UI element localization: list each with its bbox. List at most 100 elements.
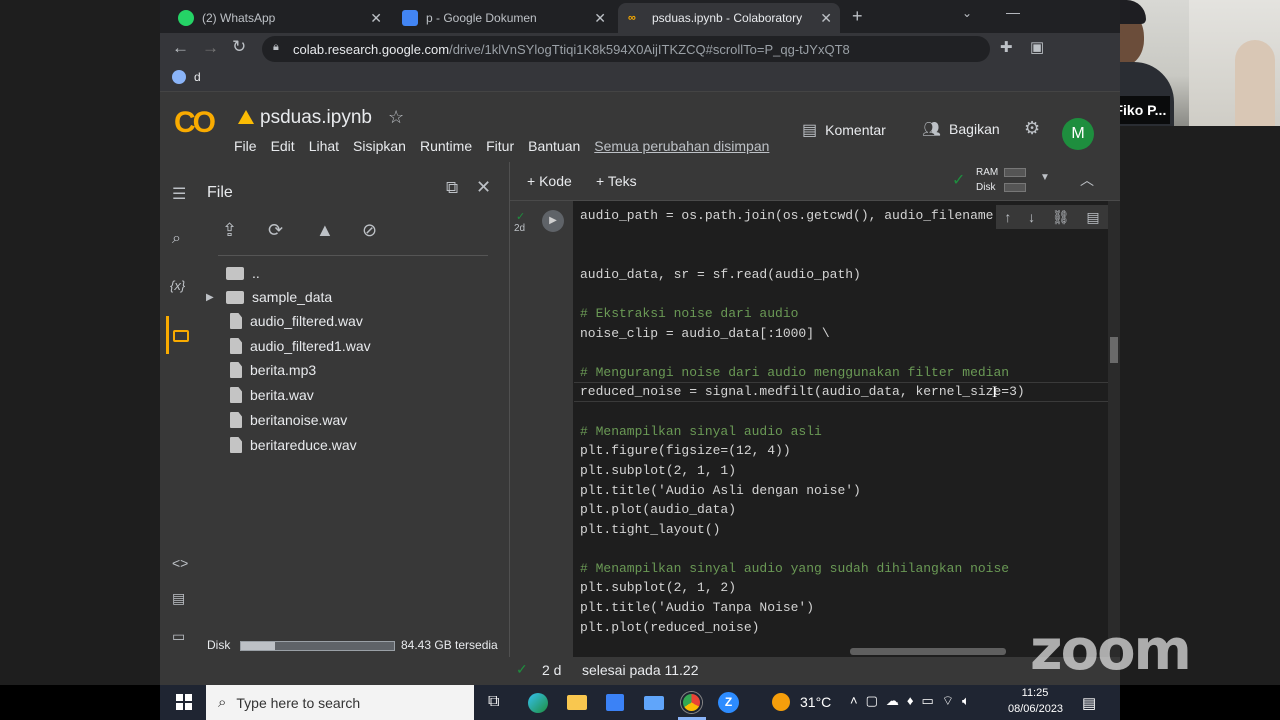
bookmark-favicon-icon bbox=[172, 70, 186, 84]
close-panel-icon[interactable]: ✕ bbox=[476, 177, 491, 198]
code-line: plt.title('Audio Tanpa Noise') bbox=[580, 600, 815, 615]
list-item-file[interactable]: berita.mp3 bbox=[230, 359, 316, 381]
table-of-contents-icon[interactable]: ☰ bbox=[172, 184, 186, 204]
tab-label: (2) WhatsApp bbox=[202, 11, 276, 25]
save-status[interactable]: Semua perubahan disimpan bbox=[594, 138, 769, 154]
mount-drive-icon[interactable]: ▲ bbox=[316, 220, 334, 241]
bookmark-item[interactable]: d bbox=[172, 70, 201, 84]
code-line: plt.subplot(2, 1, 2) bbox=[580, 580, 737, 595]
list-item-file[interactable]: beritanoise.wav bbox=[230, 409, 347, 431]
list-item-file[interactable]: berita.wav bbox=[230, 384, 314, 406]
tab-label: p - Google Dokumen bbox=[426, 11, 537, 25]
tab-colab[interactable]: ∞ psduas.ipynb - Colaboratory ✕ bbox=[618, 3, 840, 33]
notification-center-icon[interactable]: ▤ bbox=[1082, 694, 1096, 712]
list-item-file[interactable]: beritareduce.wav bbox=[230, 434, 357, 456]
menu-help[interactable]: Bantuan bbox=[528, 138, 580, 154]
side-panel-icon[interactable]: ▣ bbox=[1030, 38, 1044, 56]
file-name: berita.wav bbox=[250, 387, 314, 403]
tab-whatsapp[interactable]: (2) WhatsApp ✕ bbox=[168, 3, 390, 33]
clock-date[interactable]: 08/06/2023 bbox=[1008, 703, 1063, 715]
list-item-folder[interactable]: ▶ sample_data bbox=[206, 286, 332, 308]
close-tab-icon[interactable]: ✕ bbox=[370, 10, 382, 27]
close-tab-icon[interactable]: ✕ bbox=[820, 10, 832, 27]
upload-file-icon[interactable]: ⇪ bbox=[222, 220, 237, 241]
temperature[interactable]: 31°C bbox=[800, 694, 831, 710]
link-icon[interactable]: ⛓ bbox=[1052, 209, 1070, 226]
edge-icon[interactable] bbox=[528, 693, 548, 713]
store-icon[interactable] bbox=[606, 694, 624, 711]
extensions-icon[interactable]: ✚ bbox=[1000, 38, 1013, 56]
clock-time[interactable]: 11:25 bbox=[1010, 687, 1060, 699]
status-bar: ✓ 2 d selesai pada 11.22 bbox=[160, 648, 1120, 685]
tab-search-icon[interactable]: ⌄ bbox=[962, 6, 972, 20]
chrome-icon[interactable] bbox=[681, 692, 702, 713]
menu-insert[interactable]: Sisipkan bbox=[353, 138, 406, 154]
folder-icon[interactable] bbox=[173, 330, 189, 342]
forward-icon[interactable]: → bbox=[202, 38, 219, 58]
code-line: plt.figure(figsize=(12, 4)) bbox=[580, 443, 791, 458]
zoom-app-icon[interactable]: Z bbox=[718, 692, 739, 713]
avatar[interactable]: M bbox=[1062, 118, 1094, 150]
menu-runtime[interactable]: Runtime bbox=[420, 138, 472, 154]
open-in-tab-icon[interactable]: ⧉ bbox=[446, 178, 458, 198]
hide-files-icon[interactable]: ⊘ bbox=[362, 220, 377, 241]
add-code-button[interactable]: + Kode bbox=[527, 173, 572, 189]
run-cell-button[interactable]: ▶ bbox=[542, 210, 564, 232]
file-name: audio_filtered1.wav bbox=[250, 338, 371, 354]
vertical-scrollbar[interactable] bbox=[1108, 201, 1120, 657]
code-line: audio_path = os.path.join(os.getcwd(), a… bbox=[580, 208, 994, 223]
address-bar[interactable]: 🔒︎ colab.research.google.com/drive/1klVn… bbox=[262, 36, 990, 62]
horizontal-scrollbar-thumb[interactable] bbox=[850, 648, 1006, 655]
system-tray-icons[interactable]: ˄▢☁♦▭⌔🔈︎ bbox=[850, 693, 978, 709]
taskbar-search-box[interactable]: ⌕ Type here to search bbox=[206, 685, 474, 720]
new-tab-icon[interactable]: + bbox=[852, 6, 863, 27]
windows-start-icon[interactable] bbox=[176, 694, 192, 710]
star-icon[interactable]: ☆ bbox=[388, 107, 404, 128]
refresh-folder-icon[interactable]: ⟳ bbox=[268, 220, 283, 241]
add-text-button[interactable]: + Teks bbox=[596, 173, 637, 189]
comment-cell-icon[interactable]: ▤ bbox=[1086, 209, 1099, 226]
list-item-parent[interactable]: .. bbox=[226, 262, 260, 284]
tab-google-docs[interactable]: p - Google Dokumen ✕ bbox=[392, 3, 614, 33]
share-button[interactable]: 👥︎ Bagikan bbox=[922, 120, 1000, 138]
command-palette-icon[interactable]: ▤ bbox=[172, 590, 185, 607]
menu-file[interactable]: File bbox=[234, 138, 257, 154]
menu-view[interactable]: Lihat bbox=[309, 138, 339, 154]
colab-logo[interactable]: CO bbox=[174, 106, 216, 140]
zoom-side-video bbox=[1189, 0, 1280, 126]
back-icon[interactable]: ← bbox=[172, 38, 189, 58]
list-item-file[interactable]: audio_filtered.wav bbox=[230, 310, 363, 332]
expand-arrow-icon[interactable]: ▶ bbox=[206, 292, 218, 303]
file-name: beritanoise.wav bbox=[250, 412, 348, 428]
collapse-header-icon[interactable]: ︿ bbox=[1080, 170, 1094, 190]
move-up-icon[interactable]: ↑ bbox=[1004, 209, 1011, 225]
menu-tools[interactable]: Fitur bbox=[486, 138, 514, 154]
files-active-indicator bbox=[166, 316, 169, 354]
search-icon[interactable]: ⌕ bbox=[172, 230, 181, 248]
code-line: noise_clip = audio_data[:1000] \ bbox=[580, 326, 830, 341]
disk-bar bbox=[1004, 183, 1026, 192]
reload-icon[interactable]: ↻ bbox=[232, 37, 246, 57]
move-down-icon[interactable]: ↓ bbox=[1028, 209, 1035, 225]
minimize-icon[interactable]: — bbox=[1006, 4, 1020, 20]
menu-edit[interactable]: Edit bbox=[271, 138, 295, 154]
variables-icon[interactable]: {x} bbox=[170, 278, 185, 293]
file-explorer-icon[interactable] bbox=[567, 695, 587, 710]
close-tab-icon[interactable]: ✕ bbox=[594, 10, 606, 27]
code-comment: # Menampilkan sinyal audio yang sudah di… bbox=[580, 561, 1010, 576]
code-line: plt.title('Audio Asli dengan noise') bbox=[580, 483, 861, 498]
colab-tab-icon: ∞ bbox=[628, 12, 636, 24]
runtime-dropdown-icon[interactable]: ▼ bbox=[1040, 172, 1050, 183]
mail-icon[interactable] bbox=[644, 696, 664, 710]
file-icon bbox=[230, 412, 242, 428]
task-view-icon[interactable]: ⧉ bbox=[488, 693, 499, 711]
code-line: plt.tight_layout() bbox=[580, 522, 721, 537]
scrollbar-thumb[interactable] bbox=[1110, 337, 1118, 363]
list-item-file[interactable]: audio_filtered1.wav bbox=[230, 335, 371, 357]
disk-usage-fill bbox=[241, 642, 275, 650]
comment-button[interactable]: ▤ Komentar bbox=[802, 120, 886, 140]
terminal-icon[interactable]: ▭ bbox=[172, 628, 185, 645]
code-snippets-icon[interactable]: <> bbox=[172, 555, 188, 571]
settings-gear-icon[interactable]: ⚙ bbox=[1024, 118, 1040, 139]
notebook-title[interactable]: psduas.ipynb bbox=[260, 107, 372, 129]
